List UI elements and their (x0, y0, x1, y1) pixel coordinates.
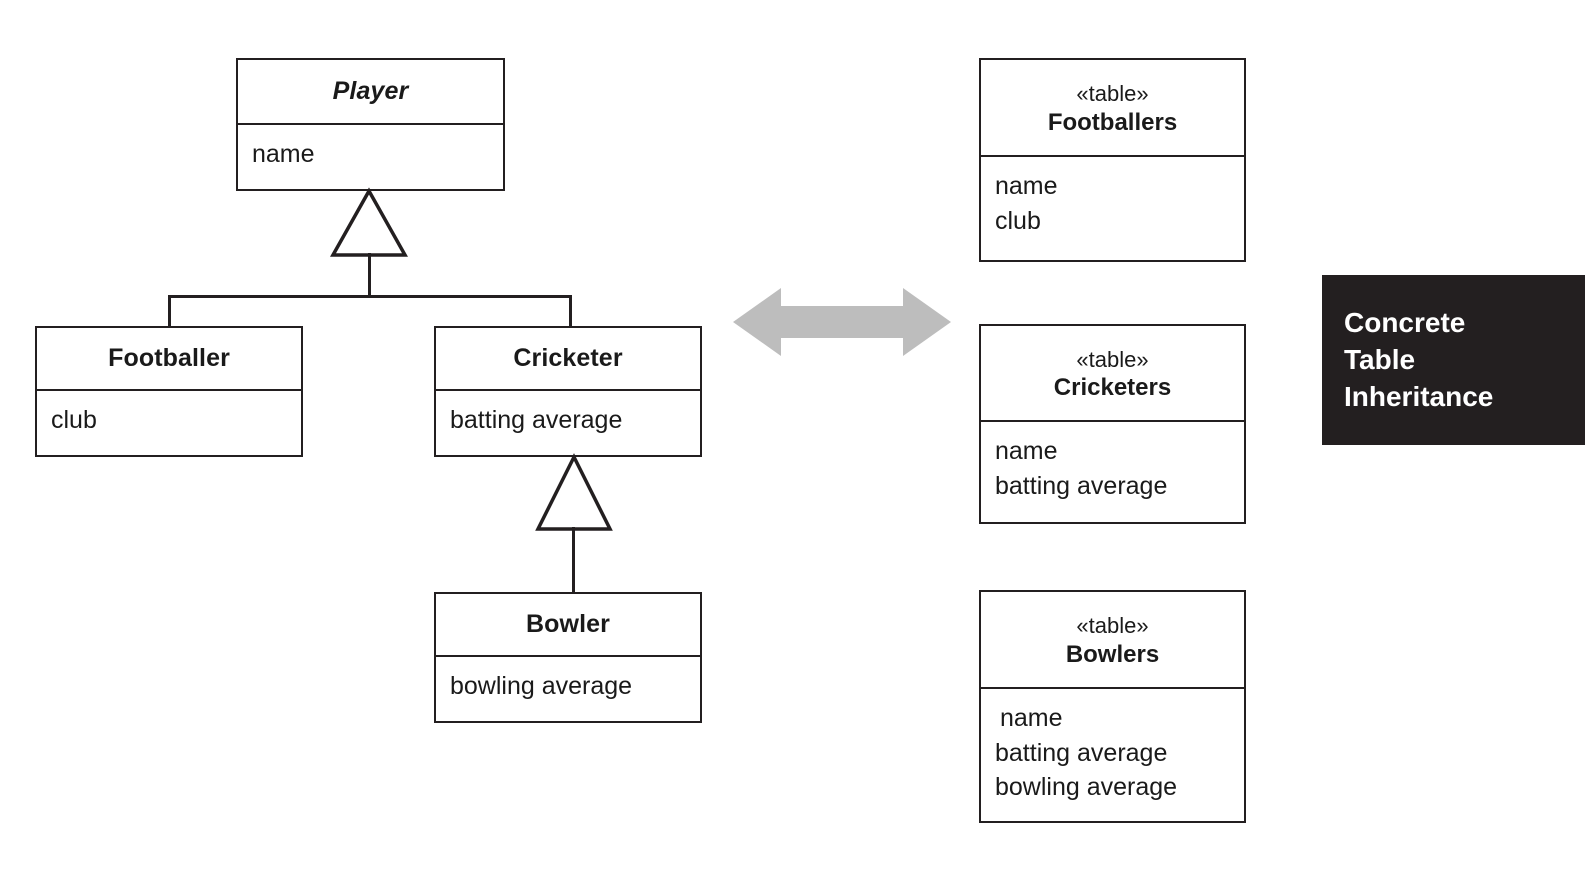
class-attributes-footballer: club (37, 391, 301, 456)
table-columns-bowlers: name batting average bowling average (981, 689, 1244, 822)
class-box-player[interactable]: Player name (236, 58, 505, 191)
table-column: name (995, 172, 1058, 200)
class-attributes-player: name (238, 125, 503, 190)
class-attribute: bowling average (450, 672, 633, 700)
table-stereotype: «table» (1076, 346, 1149, 372)
class-name-cricketer: Cricketer (513, 344, 623, 372)
table-column: club (995, 206, 1041, 235)
class-header-cricketer: Cricketer (436, 328, 700, 391)
table-header-footballers: «table» Footballers (981, 60, 1244, 157)
diagram-canvas: Player name Footballer club Cricketer ba… (0, 0, 1585, 893)
caption-line: Concrete (1344, 307, 1466, 338)
table-box-footballers[interactable]: «table» Footballers name club (979, 58, 1246, 262)
class-attribute: batting average (450, 406, 623, 434)
class-name-bowler: Bowler (526, 610, 610, 638)
pattern-caption-panel: Concrete Table Inheritance (1322, 275, 1585, 445)
maps-to-double-arrow-icon (733, 288, 951, 356)
generalization-stem-cricketer (572, 527, 575, 593)
generalization-stem-player (368, 253, 371, 297)
table-header-cricketers: «table» Cricketers (981, 326, 1244, 422)
generalization-drop-cricketer (569, 295, 572, 328)
class-box-footballer[interactable]: Footballer club (35, 326, 303, 457)
table-name-footballers: Footballers (1047, 108, 1178, 136)
class-header-footballer: Footballer (37, 328, 301, 391)
table-column: name (995, 437, 1058, 465)
class-header-bowler: Bowler (436, 594, 700, 657)
generalization-triangle-player (330, 187, 408, 257)
table-columns-cricketers: name batting average (981, 422, 1244, 521)
table-column: batting average (995, 738, 1168, 767)
table-stereotype: «table» (1076, 613, 1149, 639)
table-name-bowlers: Bowlers (1065, 640, 1160, 668)
class-name-footballer: Footballer (108, 344, 230, 372)
table-columns-footballers: name club (981, 157, 1244, 259)
caption-line: Table (1344, 343, 1416, 375)
class-name-player: Player (332, 77, 409, 105)
class-attributes-bowler: bowling average (436, 657, 700, 722)
class-attributes-cricketer: batting average (436, 391, 700, 456)
table-stereotype: «table» (1076, 81, 1149, 107)
generalization-crossbar-player (168, 295, 572, 298)
table-column: batting average (995, 471, 1168, 500)
class-box-bowler[interactable]: Bowler bowling average (434, 592, 702, 723)
table-box-cricketers[interactable]: «table» Cricketers name batting average (979, 324, 1246, 524)
class-header-player: Player (238, 60, 503, 125)
class-attribute: name (252, 140, 315, 168)
table-column: bowling average (995, 773, 1178, 801)
table-box-bowlers[interactable]: «table» Bowlers name batting average bow… (979, 590, 1246, 823)
generalization-triangle-cricketer (535, 453, 613, 531)
class-attribute: club (51, 406, 97, 434)
class-box-cricketer[interactable]: Cricketer batting average (434, 326, 702, 457)
caption-line: Inheritance (1344, 380, 1494, 412)
generalization-drop-footballer (168, 295, 171, 328)
table-header-bowlers: «table» Bowlers (981, 592, 1244, 689)
table-column: name (1000, 704, 1063, 732)
table-name-cricketers: Cricketers (1053, 374, 1172, 402)
